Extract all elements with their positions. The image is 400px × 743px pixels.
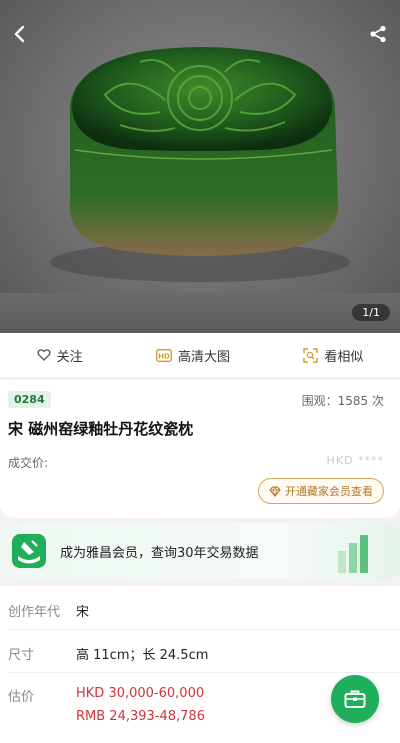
follow-button[interactable]: 关注 [37, 346, 83, 365]
artron-logo [12, 534, 46, 568]
size-label: 尺寸 [8, 648, 35, 663]
lot-number-badge: 0284 [8, 391, 51, 408]
lot-title: 宋 磁州窑绿釉牡丹花纹瓷枕 [8, 420, 194, 438]
open-membership-button[interactable]: 开通藏家会员查看 [258, 478, 384, 504]
ceramic-pillow-image [50, 47, 350, 282]
price-hidden: HKD **** [326, 454, 384, 467]
hero-image[interactable]: 1/1 [0, 0, 400, 333]
briefcase-fab[interactable] [331, 675, 379, 723]
era-label: 创作年代 [8, 605, 61, 620]
image-pager: 1/1 [352, 304, 390, 321]
find-similar-label: 看相似 [324, 349, 364, 365]
view-count: 围观：1585 次 [301, 394, 384, 408]
diamond-icon [269, 485, 281, 497]
estimate-label: 估价 [8, 690, 35, 705]
size-value: 高 11cm；长 24.5cm [76, 648, 209, 663]
heart-icon [37, 349, 51, 361]
share-button[interactable] [364, 20, 392, 48]
action-bar: 关注 HD 高清大图 看相似 [0, 333, 400, 377]
banner-text: 成为雅昌会员，查询30年交易数据 [60, 545, 259, 561]
membership-banner[interactable]: 成为雅昌会员，查询30年交易数据 [0, 523, 400, 579]
svg-text:HD: HD [158, 352, 170, 360]
scan-icon [303, 347, 319, 363]
find-similar-button[interactable]: 看相似 [303, 346, 363, 365]
hd-icon: HD [156, 348, 172, 362]
hd-image-label: 高清大图 [177, 349, 230, 365]
estimate-rmb: RMB 24,393-48,786 [76, 709, 205, 724]
lot-details: 创作年代 宋 尺寸 高 11cm；长 24.5cm 估价 HKD 30,000-… [0, 586, 400, 743]
open-membership-label: 开通藏家会员查看 [285, 485, 373, 498]
divider [8, 672, 400, 673]
chart-decoration-icon [338, 535, 368, 573]
share-icon [370, 25, 386, 43]
chevron-left-icon [14, 25, 25, 43]
hd-image-button[interactable]: HD 高清大图 [156, 346, 230, 365]
briefcase-icon [344, 690, 366, 708]
lot-info-card: 0284 围观：1585 次 宋 磁州窑绿釉牡丹花纹瓷枕 成交价: HKD **… [0, 380, 400, 518]
era-value: 宋 [76, 605, 90, 620]
divider [8, 629, 400, 630]
estimate-hkd: HKD 30,000-60,000 [76, 686, 205, 701]
back-button[interactable] [6, 20, 34, 48]
follow-label: 关注 [56, 349, 83, 365]
price-label: 成交价: [8, 456, 49, 470]
